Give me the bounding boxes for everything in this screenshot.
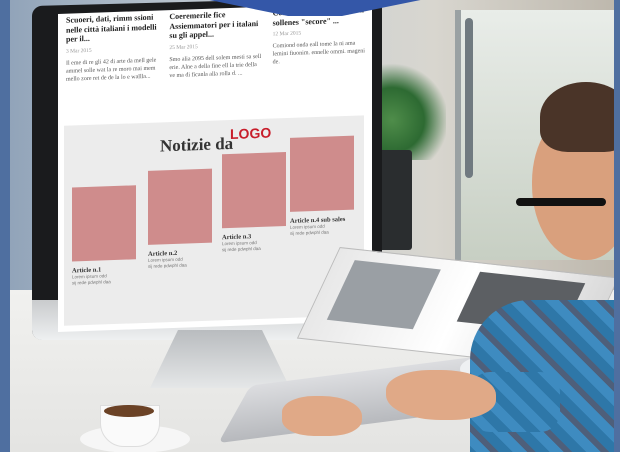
- headline-date: 25 Mar 2015: [169, 43, 198, 51]
- brand-logo: LOGO: [230, 124, 272, 142]
- person-hair: [540, 82, 620, 152]
- article-card[interactable]: Article n.3 Lorem ipsum odd sij rede pdw…: [222, 152, 286, 253]
- headline-text: Il eme di re gli 42 di arte da mell gele…: [66, 57, 157, 83]
- headline-3[interactable]: Coreme alia ionato le prim sollenes "sec…: [273, 5, 366, 118]
- article-line: sij rede pdwphl daa: [72, 279, 111, 286]
- article-card[interactable]: Article n.1 Lorem ipsum odd sij rede pdw…: [72, 185, 136, 286]
- person-hand-left: [282, 396, 362, 436]
- headline-date: 12 Mar 2015: [272, 30, 302, 38]
- photo-scene: Scuoeri, dati, rimm ssioni nelle città i…: [0, 0, 620, 452]
- headline-title[interactable]: Scuoeri, dati, rimm ssioni nelle città i…: [66, 12, 159, 44]
- headlines-row: Scuoeri, dati, rimm ssioni nelle città i…: [66, 5, 366, 125]
- article-thumbnail[interactable]: [290, 135, 354, 212]
- headline-text: Smo alia 2095 dell solem mesti sa sell e…: [169, 53, 262, 79]
- window-handle: [465, 18, 473, 178]
- frame-border: [614, 0, 620, 452]
- coffee: [104, 405, 154, 417]
- news-heading: Notizie da: [160, 133, 234, 156]
- headline-1[interactable]: Scuoeri, dati, rimm ssioni nelle città i…: [66, 12, 159, 125]
- article-thumbnail[interactable]: [72, 185, 136, 262]
- article-line: sij rede pdwphl daa: [290, 229, 329, 236]
- article-card[interactable]: Article n.2 Lorem ipsum odd sij rede pdw…: [148, 168, 212, 270]
- magazine-photo: [326, 260, 441, 330]
- headline-2[interactable]: Coeremerile fice Assiemmatori per i ital…: [169, 9, 262, 122]
- headline-date: 3 Mar 2015: [66, 47, 92, 55]
- headline-title[interactable]: Coeremerile fice Assiemmatori per i ital…: [169, 9, 262, 41]
- headline-text: Comiond onda eall tome la ni ama lemini …: [272, 40, 365, 66]
- article-thumbnail[interactable]: [222, 152, 286, 229]
- person-hand-right: [386, 370, 496, 420]
- article-line: sij rede pdwphl daa: [222, 245, 261, 253]
- article-card[interactable]: Article n.4 sub sales Lorem ipsum odd si…: [290, 135, 354, 237]
- article-line: sij rede pdwphl daa: [148, 262, 187, 269]
- article-thumbnail[interactable]: [148, 168, 212, 245]
- glasses: [516, 198, 606, 206]
- frame-border: [0, 0, 10, 452]
